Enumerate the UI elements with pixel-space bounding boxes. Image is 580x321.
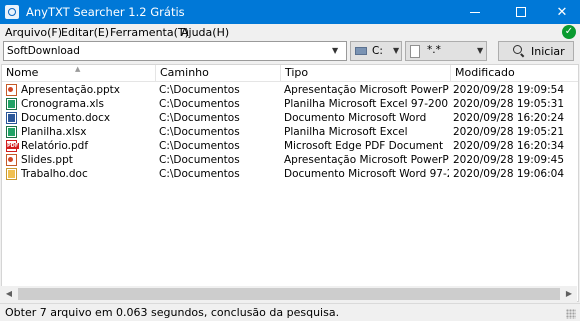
horizontal-scrollbar[interactable]: ◀ ▶ — [1, 286, 577, 302]
cell-type: Documento Microsoft Word — [284, 112, 427, 124]
chevron-down-icon: ▼ — [393, 46, 400, 55]
cell-path: C:\Documentos — [159, 168, 240, 180]
drive-select[interactable]: C: ▼ — [350, 41, 402, 61]
word-file-icon — [6, 112, 17, 124]
cell-name: Documento.docx — [21, 112, 111, 124]
column-header-label: Nome — [6, 66, 39, 79]
scrollbar-thumb[interactable] — [18, 288, 560, 300]
powerpoint-file-icon — [6, 84, 17, 96]
cell-path: C:\Documentos — [159, 140, 240, 152]
list-header: Nome ▲ Caminho Tipo Modificado — [2, 65, 578, 82]
cell-modified: 2020/09/28 16:20:24 — [453, 112, 565, 124]
sort-ascending-icon: ▲ — [75, 65, 81, 73]
chevron-down-icon: ▼ — [477, 46, 484, 55]
cell-type: Microsoft Edge PDF Document — [284, 140, 444, 152]
close-icon: ✕ — [556, 4, 568, 20]
cell-modified: 2020/09/28 19:09:54 — [453, 84, 565, 96]
close-button[interactable]: ✕ — [544, 0, 580, 24]
table-row[interactable]: Apresentação.pptx C:\Documentos Apresent… — [2, 83, 578, 97]
powerpoint-file-icon — [6, 154, 17, 166]
cell-modified: 2020/09/28 19:05:21 — [453, 126, 565, 138]
cell-path: C:\Documentos — [159, 84, 240, 96]
excel-file-icon — [6, 126, 17, 138]
maximize-button[interactable] — [498, 0, 544, 24]
app-window: AnyTXT Searcher 1.2 Grátis ✕ Arquivo(F) … — [0, 0, 580, 321]
cell-type: Apresentação Microsoft PowerPoint ... — [284, 154, 449, 166]
table-row[interactable]: Relatório.pdf C:\Documentos Microsoft Ed… — [2, 139, 578, 153]
cell-path: C:\Documentos — [159, 154, 240, 166]
excel-file-icon — [6, 98, 17, 110]
cell-modified: 2020/09/28 19:05:31 — [453, 98, 565, 110]
scroll-right-icon[interactable]: ▶ — [561, 286, 577, 302]
table-row[interactable]: Trabalho.doc C:\Documentos Documento Mic… — [2, 167, 578, 181]
toolbar: SoftDownload ▼ C: ▼ *.* ▼ Iniciar — [0, 41, 580, 62]
menu-bar: Arquivo(F) Editar(E) Ferramenta(T) Ajuda… — [0, 24, 580, 41]
cell-modified: 2020/09/28 19:09:45 — [453, 154, 565, 166]
drive-label: C: — [372, 45, 383, 57]
file-icon — [410, 45, 420, 58]
column-header-modified[interactable]: Modificado — [451, 65, 578, 82]
menu-ajuda[interactable]: Ajuda(H) — [181, 26, 229, 40]
start-search-button[interactable]: Iniciar — [498, 41, 574, 61]
menu-editar[interactable]: Editar(E) — [61, 26, 109, 40]
table-row[interactable]: Planilha.xlsx C:\Documentos Planilha Mic… — [2, 125, 578, 139]
table-row[interactable]: Slides.ppt C:\Documentos Apresentação Mi… — [2, 153, 578, 167]
list-rows: Apresentação.pptx C:\Documentos Apresent… — [2, 83, 578, 181]
cell-path: C:\Documentos — [159, 98, 240, 110]
cell-path: C:\Documentos — [159, 112, 240, 124]
results-list[interactable]: Nome ▲ Caminho Tipo Modificado Apresenta… — [1, 64, 579, 302]
column-header-type[interactable]: Tipo — [281, 65, 451, 82]
cell-name: Apresentação.pptx — [21, 84, 120, 96]
menu-arquivo[interactable]: Arquivo(F) — [5, 26, 62, 40]
column-header-label: Caminho — [160, 66, 209, 79]
column-header-label: Tipo — [285, 66, 309, 79]
cell-modified: 2020/09/28 16:20:34 — [453, 140, 565, 152]
status-bar: Obter 7 arquivo em 0.063 segundos, concl… — [0, 303, 580, 321]
minimize-icon — [470, 11, 480, 13]
column-header-label: Modificado — [455, 66, 515, 79]
search-icon — [513, 45, 525, 57]
checkmark-icon: ✓ — [562, 25, 576, 39]
maximize-icon — [516, 7, 526, 17]
file-filter-label: *.* — [427, 44, 441, 56]
pdf-file-icon — [6, 140, 20, 152]
scroll-left-icon[interactable]: ◀ — [1, 286, 17, 302]
table-row[interactable]: Documento.docx C:\Documentos Documento M… — [2, 111, 578, 125]
app-icon — [5, 5, 19, 19]
column-header-name[interactable]: Nome ▲ — [2, 65, 156, 82]
search-history-chevron-icon[interactable]: ▼ — [332, 46, 338, 55]
resize-grip-icon[interactable] — [566, 309, 576, 319]
cell-type: Planilha Microsoft Excel — [284, 126, 408, 138]
cell-name: Relatório.pdf — [21, 140, 89, 152]
file-filter-select[interactable]: *.* ▼ — [405, 41, 487, 61]
cell-name: Planilha.xlsx — [21, 126, 87, 138]
status-text: Obter 7 arquivo em 0.063 segundos, concl… — [5, 306, 340, 319]
search-input[interactable]: SoftDownload — [3, 41, 347, 61]
menu-ferramenta[interactable]: Ferramenta(T) — [110, 26, 189, 40]
table-row[interactable]: Cronograma.xls C:\Documentos Planilha Mi… — [2, 97, 578, 111]
window-title: AnyTXT Searcher 1.2 Grátis — [26, 5, 185, 19]
title-bar[interactable]: AnyTXT Searcher 1.2 Grátis ✕ — [0, 0, 580, 24]
cell-type: Planilha Microsoft Excel 97-2003 — [284, 98, 449, 110]
cell-name: Slides.ppt — [21, 154, 73, 166]
cell-name: Cronograma.xls — [21, 98, 104, 110]
start-label: Iniciar — [531, 45, 565, 58]
cell-path: C:\Documentos — [159, 126, 240, 138]
cell-type: Documento Microsoft Word 97-2003 — [284, 168, 449, 180]
cell-type: Apresentação Microsoft PowerPoint — [284, 84, 449, 96]
cell-modified: 2020/09/28 19:06:04 — [453, 168, 565, 180]
cell-name: Trabalho.doc — [21, 168, 88, 180]
drive-icon — [355, 47, 367, 55]
minimize-button[interactable] — [452, 0, 498, 24]
document-file-icon — [6, 168, 17, 180]
column-header-path[interactable]: Caminho — [156, 65, 281, 82]
